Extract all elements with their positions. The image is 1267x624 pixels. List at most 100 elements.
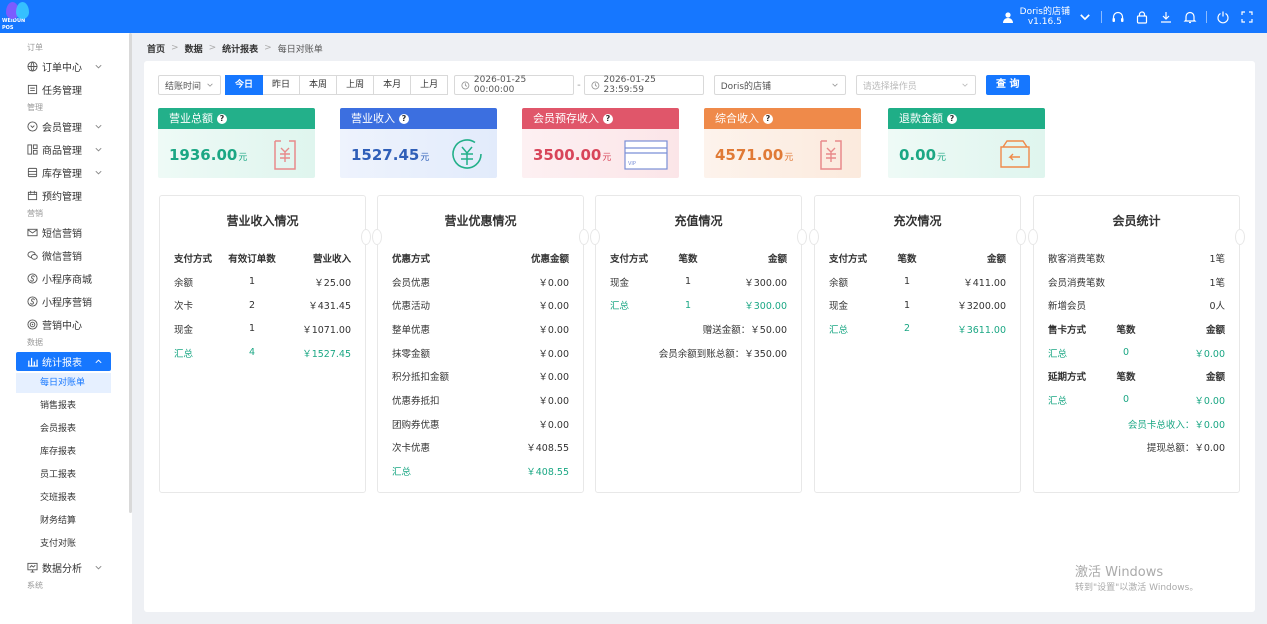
header-cell: 笔数 (678, 253, 698, 265)
breadcrumb-separator: > (208, 43, 217, 53)
start-time-input[interactable]: 2026-01-25 00:00:00 (454, 75, 575, 95)
table-row: 积分抵扣金额 ￥0.00 (378, 364, 583, 388)
windows-watermark: 激活 Windows 转到"设置"以激活 Windows。 (1075, 561, 1198, 593)
power-icon[interactable] (1216, 10, 1230, 24)
help-icon[interactable]: ? (603, 113, 613, 124)
sidebar-subitem-shift[interactable]: 交班报表 (0, 487, 132, 510)
total-row: 汇总 4 ￥1527.45 (160, 341, 365, 365)
bell-icon[interactable] (1183, 10, 1197, 24)
sidebar-subitem-staff[interactable]: 员工报表 (0, 464, 132, 487)
sidebar-item-goods-manage[interactable]: 商品管理 (0, 138, 132, 161)
cell: 1笔 (1209, 253, 1225, 265)
chevron-down-icon (207, 83, 213, 87)
table-header: 支付方式 有效订单数 营业收入 (160, 246, 365, 270)
cell: 2 (248, 299, 256, 311)
sidebar-subitem-stock[interactable]: 库存报表 (0, 441, 132, 464)
table-row: 优惠活动 ￥0.00 (378, 293, 583, 317)
cell: 1 (903, 276, 911, 288)
cell: 1 (248, 323, 256, 335)
sidebar-item-market-center[interactable]: 营销中心 (0, 313, 132, 336)
sidebar-item-report[interactable]: 统计报表 (16, 352, 111, 371)
sidebar-subitem-sales[interactable]: 销售报表 (0, 395, 132, 418)
sidebar-subitem-finance[interactable]: 财务结算 (0, 510, 132, 533)
sidebar-item-label: 小程序营销 (42, 298, 92, 309)
sidebar-item-label: 统计报表 (42, 358, 82, 369)
gift-amount-text: 赠送金额：￥50.00 (702, 324, 787, 336)
fullscreen-icon[interactable] (1240, 10, 1254, 24)
range-today-button[interactable]: 今日 (225, 75, 264, 95)
sidebar-item-stock-manage[interactable]: 库存管理 (0, 161, 132, 184)
member-card: 会员统计 散客消费笔数 1笔 会员消费笔数 1笔 新增会员 0人 售卡方式 笔数 金额 汇… (1028, 195, 1245, 493)
divider (1206, 10, 1207, 23)
chevron-down-icon (95, 124, 102, 129)
sidebar-item-reserve-manage[interactable]: 预约管理 (0, 184, 132, 207)
sidebar-item-mini-market[interactable]: 小程序营销 (0, 290, 132, 313)
cell: ￥0.00 (1194, 395, 1225, 407)
card-title: 会员统计 (1112, 214, 1161, 228)
mini-program-icon (27, 273, 38, 284)
card-notch (797, 229, 807, 245)
help-icon[interactable]: ? (217, 113, 227, 124)
cell: 汇总 (1048, 348, 1068, 360)
chevron-up-icon (95, 359, 102, 364)
range-last-week-button[interactable]: 上周 (337, 75, 375, 95)
member-icon (27, 121, 38, 132)
sidebar-item-sms[interactable]: 短信营销 (0, 221, 132, 244)
table-row: 现金 1 ￥300.00 (596, 270, 801, 294)
task-icon (27, 84, 38, 95)
goods-icon (27, 144, 38, 155)
stat-unit: 元 (420, 153, 430, 163)
table-row: 新增会员 0人 (1034, 293, 1239, 317)
cell: 1 (248, 276, 256, 288)
table-row: 现金 1 ￥3200.00 (815, 293, 1020, 317)
chevron-down-icon (1080, 13, 1090, 20)
range-last-month-button[interactable]: 上月 (411, 75, 449, 95)
wallet-refund-icon (1000, 140, 1030, 168)
sidebar-item-wechat[interactable]: 微信营销 (0, 244, 132, 267)
headset-icon[interactable] (1111, 10, 1125, 24)
lock-icon[interactable] (1135, 10, 1149, 24)
cell: ￥0.00 (538, 348, 569, 360)
card-title: 营业优惠情况 (444, 214, 517, 228)
header-cell: 金额 (1205, 324, 1225, 336)
card-notch (590, 229, 600, 245)
stat-title: 营业总额 (169, 112, 213, 125)
total-row: 汇总 0 ￥0.00 (1034, 341, 1239, 365)
cell: ￥0.00 (538, 324, 569, 336)
stat-value: 1936.00 (169, 146, 238, 164)
sidebar-subitem-daily[interactable]: 每日对账单 (16, 373, 111, 393)
help-icon[interactable]: ? (763, 113, 773, 124)
sidebar-item-mini-mall[interactable]: 小程序商城 (0, 267, 132, 290)
app-logo[interactable]: WEIDUN POS (2, 1, 36, 32)
table-row: 现金 1 ￥1071.00 (160, 317, 365, 341)
query-button[interactable]: 查 询 (985, 75, 1030, 95)
sidebar-subitem-member[interactable]: 会员报表 (0, 418, 132, 441)
sidebar-item-order-center[interactable]: 订单中心 (0, 55, 132, 78)
end-time-input[interactable]: 2026-01-25 23:59:59 (583, 75, 704, 95)
stat-refund: 退款金额? 0.00元 (888, 108, 1045, 178)
gift-amount: 赠送金额：￥50.00 (596, 317, 801, 341)
range-yesterday-button[interactable]: 昨日 (263, 75, 301, 95)
store-select[interactable]: Doris的店铺 (713, 75, 846, 95)
sidebar-item-member-manage[interactable]: 会员管理 (0, 115, 132, 138)
stat-total-revenue: 营业总额? 1936.00元 (158, 108, 315, 178)
help-icon[interactable]: ? (399, 113, 409, 124)
time-type-select[interactable]: 结账时间 (158, 75, 222, 95)
sidebar-item-analysis[interactable]: 数据分析 (0, 556, 132, 579)
help-icon[interactable]: ? (947, 113, 957, 124)
card-title: 充次情况 (893, 214, 942, 228)
breadcrumb-data[interactable]: 数据 (185, 42, 203, 55)
download-icon[interactable] (1159, 10, 1173, 24)
breadcrumb-current: 每日对账单 (277, 44, 323, 55)
store-switcher[interactable]: Doris的店铺 v1.16.5 (1002, 7, 1097, 27)
sidebar-subitem-payment[interactable]: 支付对账 (0, 533, 132, 556)
range-this-week-button[interactable]: 本周 (300, 75, 338, 95)
sidebar-item-task-manage[interactable]: 任务管理 (0, 78, 132, 101)
table-header: 延期方式 笔数 金额 (1034, 364, 1239, 388)
cell: 1 (903, 299, 911, 311)
range-this-month-button[interactable]: 本月 (374, 75, 412, 95)
globe-icon (27, 61, 38, 72)
breadcrumb-home[interactable]: 首页 (147, 42, 165, 55)
breadcrumb-report[interactable]: 统计报表 (222, 42, 258, 55)
operator-select[interactable]: 请选择操作员 (855, 75, 976, 95)
